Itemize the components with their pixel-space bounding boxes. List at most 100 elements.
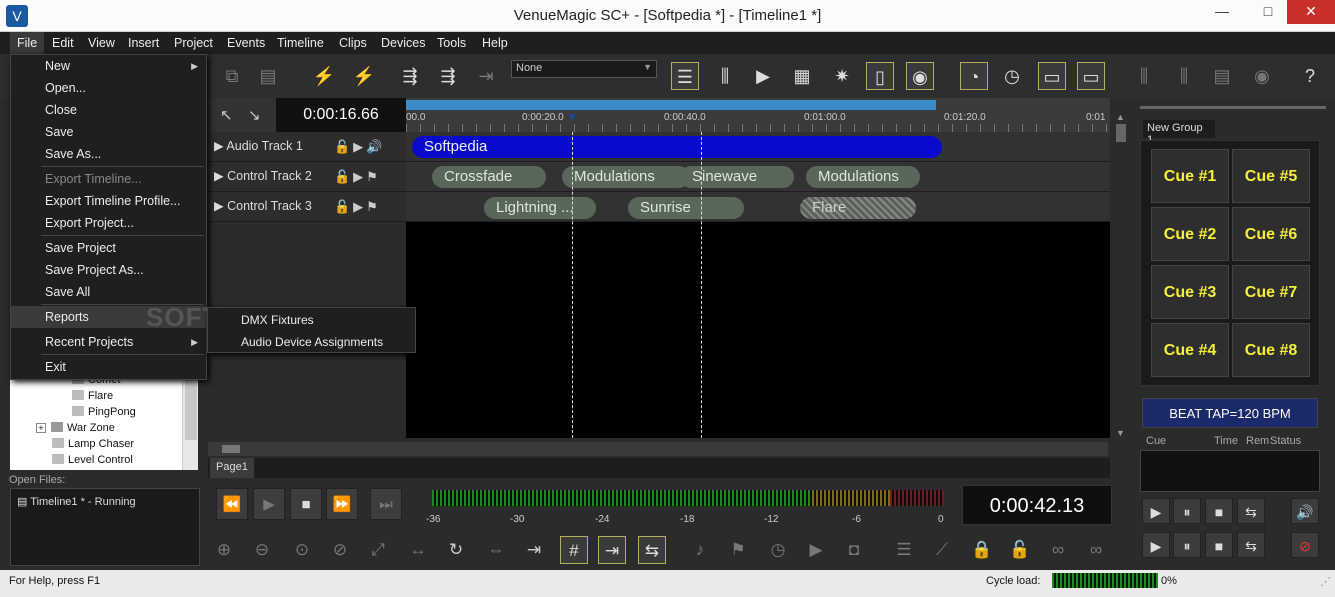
tab-new-group-1[interactable]: New Group 1 [1143, 120, 1215, 146]
menu-item-audio-device-assignments[interactable]: Audio Device Assignments [208, 331, 415, 353]
track-controls[interactable]: 🔓▶⚑ [334, 199, 381, 215]
burst-icon[interactable]: ✷ [828, 62, 856, 90]
scroll-thumb[interactable] [1116, 124, 1126, 142]
rewind-button[interactable]: ⏪ [216, 488, 248, 520]
expand-icon[interactable]: + [36, 423, 46, 433]
add-light-icon[interactable]: ⚑ [724, 536, 752, 564]
clip[interactable]: Modulations [806, 166, 920, 188]
mixer-icon[interactable]: ⫼ [711, 62, 739, 90]
scroll-up-icon[interactable]: ▲ [1116, 112, 1125, 122]
menu-item-save-all[interactable]: Save All [11, 281, 206, 303]
menu-tools[interactable]: Tools [437, 36, 466, 50]
menu-devices[interactable]: Devices [381, 36, 425, 50]
clip[interactable]: Softpedia [412, 136, 942, 158]
maximize-button[interactable]: □ [1253, 0, 1283, 24]
track-controls[interactable]: 🔓▶🔊 [334, 139, 385, 155]
drum-add-icon[interactable]: ◉ [1248, 62, 1276, 90]
menu-item-save-project[interactable]: Save Project [11, 237, 206, 259]
menu-file[interactable]: File [10, 32, 45, 54]
tab-page1[interactable]: Page1 [210, 458, 254, 478]
menu-help[interactable]: Help [482, 36, 508, 50]
play-button[interactable]: ▶ [253, 488, 285, 520]
menu-project[interactable]: Project [174, 36, 213, 50]
cue-pause-button[interactable]: ⏸ [1173, 498, 1201, 524]
cue-loop-all-button[interactable]: ⇆ [1237, 532, 1265, 558]
tree-item[interactable]: Level Control [52, 454, 133, 466]
cue-button-4[interactable]: Cue #4 [1151, 323, 1229, 377]
menu-insert[interactable]: Insert [128, 36, 159, 50]
menu-item-exit[interactable]: Exit [11, 356, 206, 378]
cue-loop-button[interactable]: ⇆ [1237, 498, 1265, 524]
menu-item-save-as[interactable]: Save As... [11, 143, 206, 165]
cue-button-5[interactable]: Cue #5 [1232, 149, 1310, 203]
tree-item[interactable]: Lamp Chaser [52, 438, 134, 450]
open-file-item[interactable]: ▤ Timeline1 * - Running [17, 495, 136, 508]
menu-view[interactable]: View [88, 36, 115, 50]
menu-events[interactable]: Events [227, 36, 265, 50]
trim-tool-icon[interactable]: ↘ [248, 106, 261, 124]
fast-forward-button[interactable]: ⏩ [326, 488, 358, 520]
snap-marker-icon[interactable]: ⇥ [598, 536, 626, 564]
loop-range-bar[interactable] [406, 100, 936, 110]
pointer-tool-icon[interactable]: ↖ [220, 106, 233, 124]
phone-icon[interactable]: ▯ [866, 62, 894, 90]
menu-item-save[interactable]: Save [11, 121, 206, 143]
scroll-down-icon[interactable]: ▼ [1116, 428, 1125, 438]
cue-pause-all-button[interactable]: ⏸ [1173, 532, 1201, 558]
report-icon[interactable]: ▤ [1208, 62, 1236, 90]
cue-play-all-button[interactable]: ▶ [1142, 532, 1170, 558]
track-lane[interactable]: Crossfade Modulations Sinewave Modulatio… [406, 162, 1110, 192]
disable-icon[interactable]: ⊘ [1291, 532, 1319, 558]
device-select[interactable]: None ▼ [511, 60, 657, 78]
timeline-hscrollbar[interactable] [208, 442, 1108, 456]
monitor-out-icon[interactable]: ▭ [1077, 62, 1105, 90]
cue-button-8[interactable]: Cue #8 [1232, 323, 1310, 377]
goto-end-icon[interactable]: ⇥ [520, 536, 548, 564]
lock-icon[interactable]: 🔒 [968, 536, 996, 564]
sliders-icon[interactable]: ⫼ [1130, 62, 1158, 90]
list-view-icon[interactable]: ☰ [671, 62, 699, 90]
tree-item[interactable]: PingPong [72, 406, 136, 418]
cue-stop-button[interactable]: ■ [1205, 498, 1233, 524]
clip[interactable]: Flare [800, 197, 916, 219]
snap-grid-icon[interactable]: # [560, 536, 588, 564]
stretch-icon[interactable]: ⇔ [482, 536, 510, 564]
tree-item[interactable]: Flare [72, 390, 113, 402]
cue-stop-all-button[interactable]: ■ [1205, 532, 1233, 558]
copy-icon[interactable]: ⧉ [218, 62, 246, 90]
drum-icon[interactable]: ◉ [906, 62, 934, 90]
add-audio-icon[interactable]: ♪ [686, 536, 714, 564]
clock-icon[interactable]: ◷ [998, 62, 1026, 90]
menu-item-export-project[interactable]: Export Project... [11, 212, 206, 234]
insert-mode-icon[interactable]: ⇆ [638, 536, 666, 564]
menu-list-icon[interactable]: ☰ [890, 536, 918, 564]
gauge-icon[interactable]: ◔ [960, 62, 988, 90]
disconnect-icon[interactable]: ⚡ [350, 62, 378, 90]
cue-play-button[interactable]: ▶ [1142, 498, 1170, 524]
unlink-icon[interactable]: ∞ [1082, 536, 1110, 564]
connect-icon[interactable]: ⚡ [310, 62, 338, 90]
clip[interactable]: Crossfade [432, 166, 546, 188]
expand-icon[interactable]: ⤢ [364, 536, 392, 564]
cue-button-2[interactable]: Cue #2 [1151, 207, 1229, 261]
resize-grip-icon[interactable]: ⋰ [1320, 575, 1331, 588]
fit-width-icon[interactable]: ↔ [404, 536, 432, 564]
cue-list[interactable] [1140, 450, 1320, 492]
track-header[interactable]: ▶ Control Track 3 🔓▶⚑ [208, 192, 406, 222]
help-pointer-icon[interactable]: ? [1296, 62, 1324, 90]
track-lane[interactable]: Softpedia [406, 132, 1110, 162]
stop-button[interactable]: ■ [290, 488, 322, 520]
menu-item-recent-projects[interactable]: Recent Projects ▶ [11, 331, 206, 353]
clip[interactable]: Modulations [562, 166, 690, 188]
zoom-out-icon[interactable]: ⊖ [248, 536, 276, 564]
tree-item[interactable]: + War Zone [36, 422, 115, 434]
playhead-marker-icon[interactable]: ▼ [566, 110, 578, 124]
move-icon[interactable]: ⇥ [472, 62, 500, 90]
cue-button-1[interactable]: Cue #1 [1151, 149, 1229, 203]
zoom-selection-icon[interactable]: ⊘ [326, 536, 354, 564]
tree-scrollbar[interactable] [182, 370, 198, 470]
document-icon[interactable]: ▦ [788, 62, 816, 90]
camera-icon[interactable]: ◘ [840, 536, 868, 564]
step-button[interactable]: ⏭ [370, 488, 402, 520]
menu-item-export-timeline[interactable]: Export Timeline... [11, 168, 206, 190]
